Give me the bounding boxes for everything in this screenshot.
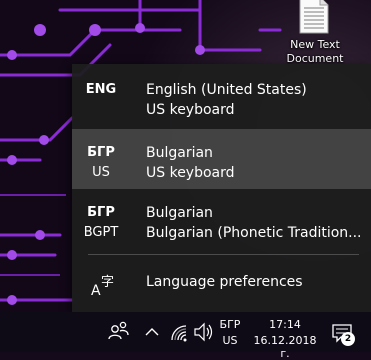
language-code: БГР	[87, 205, 115, 220]
language-code: БГР	[87, 145, 115, 160]
language-name: Bulgarian	[146, 145, 213, 161]
language-preferences-link[interactable]: A 字 Language preferences	[72, 262, 371, 304]
desktop-icon-label: New Text Document	[286, 38, 344, 65]
language-icon: A 字	[91, 275, 114, 298]
flyout-divider	[88, 254, 359, 255]
chevron-up-icon	[145, 328, 159, 336]
text-document-icon	[299, 0, 329, 34]
taskbar: БГР US 17:14 16.12.2018 г. 2	[0, 312, 371, 360]
keyboard-layout: US keyboard	[146, 102, 235, 118]
input-language-flyout: ENG English (United States) US keyboard …	[72, 64, 371, 312]
desktop-icon-new-text-document[interactable]: New Text Document	[283, 0, 347, 65]
language-name: Bulgarian	[146, 205, 213, 221]
volume-button[interactable]	[192, 312, 214, 352]
language-item-bulgarian-phonetic[interactable]: БГР BGPT Bulgarian Bulgarian (Phonetic T…	[72, 189, 371, 249]
layout-code: US	[92, 165, 110, 180]
clock-date: 16.12.2018 г.	[253, 334, 317, 360]
svg-text:A: A	[91, 283, 101, 298]
input-indicator[interactable]: БГР US	[214, 312, 246, 352]
wifi-icon	[171, 325, 187, 342]
volume-icon	[194, 322, 213, 342]
language-preferences-label: Language preferences	[146, 274, 303, 290]
network-button[interactable]	[166, 312, 190, 352]
language-code: ENG	[85, 82, 117, 97]
clock[interactable]: 17:14 16.12.2018 г.	[250, 312, 320, 360]
input-indicator-language: БГР	[219, 318, 241, 331]
people-icon	[108, 321, 129, 340]
language-item-bulgarian-us[interactable]: БГР US Bulgarian US keyboard	[72, 129, 371, 189]
keyboard-layout: Bulgarian (Phonetic Tradition...	[146, 225, 362, 241]
action-center-button[interactable]: 2	[324, 312, 364, 352]
notification-count-badge: 2	[341, 332, 355, 346]
show-hidden-icons-button[interactable]	[142, 312, 162, 352]
input-indicator-layout: US	[222, 334, 238, 347]
clock-time: 17:14	[269, 318, 301, 331]
language-item-english-us[interactable]: ENG English (United States) US keyboard	[72, 66, 371, 126]
people-button[interactable]	[104, 312, 134, 352]
layout-code: BGPT	[83, 225, 119, 240]
keyboard-layout: US keyboard	[146, 165, 235, 181]
language-name: English (United States)	[146, 82, 307, 98]
svg-text:字: 字	[101, 275, 114, 290]
